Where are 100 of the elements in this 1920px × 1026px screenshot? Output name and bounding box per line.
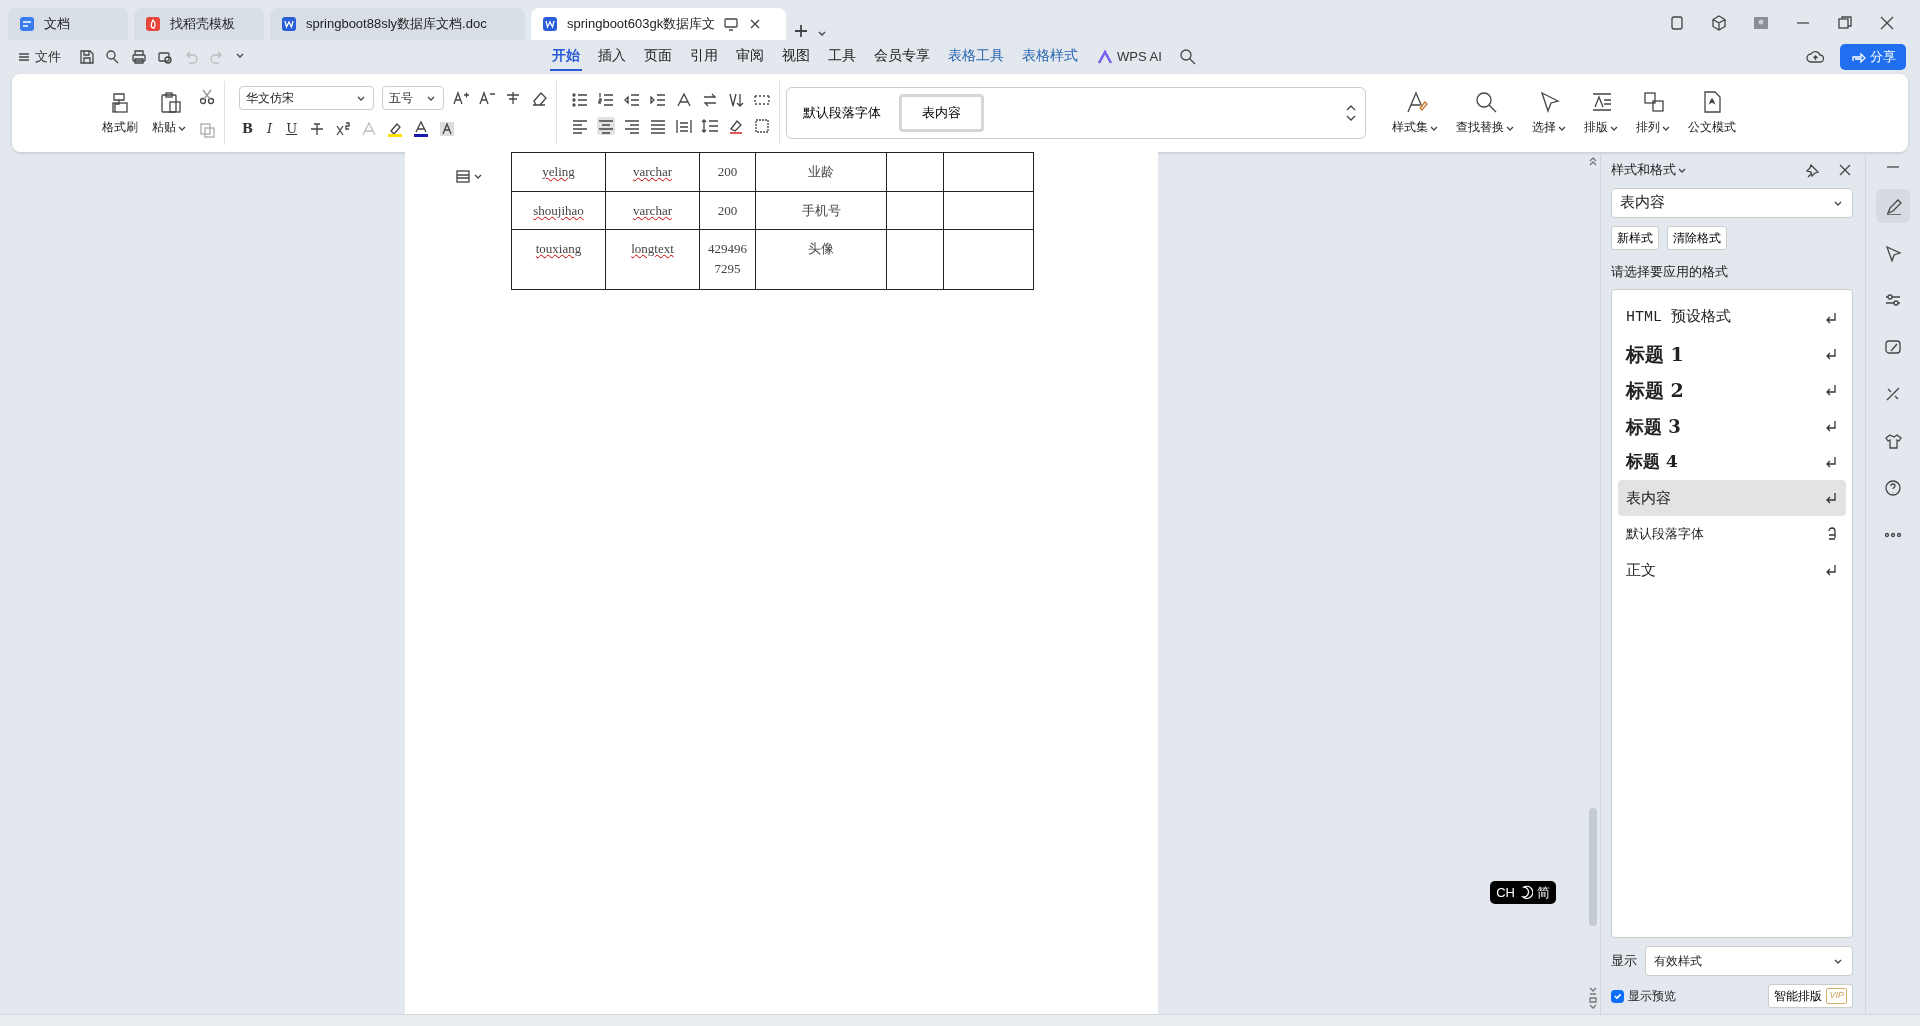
close-icon[interactable]	[1878, 14, 1896, 32]
document-tab[interactable]: springboot603gk数据库文	[531, 8, 786, 40]
ribbon-tab[interactable]: 插入	[596, 42, 628, 72]
style-list-item[interactable]: 默认段落字体	[1618, 516, 1846, 552]
cloud-upload-icon[interactable]	[1806, 48, 1826, 66]
sort-arrows-icon[interactable]	[701, 91, 719, 109]
shirt-icon[interactable]	[1884, 432, 1902, 450]
file-menu[interactable]: 文件	[14, 46, 64, 68]
distribute-icon[interactable]	[675, 117, 693, 135]
bold-button[interactable]: B	[239, 118, 256, 140]
table-cell: 头像	[755, 229, 887, 290]
document-tab[interactable]: springboot88sly数据库文档.doc	[270, 8, 525, 40]
pin-icon[interactable]	[1805, 161, 1821, 178]
print-icon[interactable]	[130, 48, 148, 66]
show-dropdown[interactable]: 有效样式	[1645, 946, 1853, 976]
align-center-icon[interactable]	[597, 117, 615, 135]
style-list-item[interactable]: 标题 4	[1618, 444, 1846, 480]
style-list-item[interactable]: HTML 预设格式	[1618, 300, 1846, 336]
paragraph-mark-icon	[1824, 562, 1838, 578]
search-icon	[1474, 90, 1498, 114]
text-layout-icon	[1590, 90, 1614, 114]
decrease-indent-icon[interactable]	[623, 91, 641, 109]
ribbon-tab[interactable]: 开始	[550, 42, 582, 72]
ribbon-tab[interactable]: 视图	[780, 42, 812, 72]
smart-layout-button[interactable]: 智能排版 VIP	[1768, 984, 1853, 1008]
avatar-icon[interactable]	[1752, 14, 1770, 32]
page-nav-icon[interactable]	[1588, 986, 1598, 1010]
ribbon-tab[interactable]: 工具	[826, 42, 858, 72]
ribbon-button[interactable]: 选择	[1528, 88, 1572, 138]
style-dropdown[interactable]: 表内容	[1611, 187, 1853, 218]
ribbon-button[interactable]: 查找替换	[1452, 88, 1520, 138]
help-icon[interactable]	[1884, 479, 1902, 497]
paragraph-mark-icon	[1824, 454, 1838, 470]
style-item[interactable]: 表内容	[899, 94, 984, 132]
ribbon-tab[interactable]: 审阅	[734, 42, 766, 72]
style-list-item[interactable]: 标题 2	[1618, 372, 1846, 408]
ribbon-tab[interactable]: 引用	[688, 42, 720, 72]
panel-prompt: 请选择要应用的格式	[1611, 262, 1729, 281]
line-spacing-icon[interactable]	[701, 117, 719, 135]
scroll-arrows-icon[interactable]	[1345, 103, 1357, 123]
search-icon[interactable]	[1178, 48, 1197, 66]
document-icon	[18, 15, 36, 33]
arrange-icon	[1642, 90, 1666, 114]
preview-checkbox[interactable]	[1611, 989, 1624, 1003]
cube-icon[interactable]	[1710, 14, 1728, 32]
ai-logo-icon	[1097, 49, 1113, 65]
word-icon	[280, 15, 298, 33]
sort-icon[interactable]	[727, 91, 745, 109]
new-style-button[interactable]: 新样式	[1611, 225, 1659, 250]
align-left-icon[interactable]	[571, 117, 589, 135]
preview-label[interactable]: 显示预览	[1628, 987, 1676, 1005]
ribbon-tab[interactable]: 会员专享	[872, 42, 932, 72]
ribbon-button[interactable]: 排列	[1632, 88, 1676, 138]
font-size-field[interactable]: 五号	[382, 86, 444, 111]
brush-icon	[1404, 90, 1428, 114]
monitor-icon	[723, 16, 740, 32]
style-list-item[interactable]: 标题 3	[1618, 408, 1846, 444]
pen-icon[interactable]	[1884, 197, 1902, 215]
page-up-icon[interactable]	[1588, 156, 1598, 166]
clear-format-button[interactable]: 清除格式	[1667, 225, 1727, 250]
paragraph-mark-icon	[1824, 418, 1838, 434]
increase-indent-icon[interactable]	[649, 91, 667, 109]
ribbon-tab[interactable]: 表格样式	[1020, 42, 1080, 72]
font-name-field[interactable]: 华文仿宋	[239, 86, 374, 111]
superscript-icon[interactable]	[334, 120, 353, 138]
justify-icon[interactable]	[649, 117, 667, 135]
format-painter-button[interactable]: 格式刷	[98, 88, 142, 138]
cursor-icon[interactable]	[1884, 244, 1902, 262]
numbered-list-icon[interactable]	[597, 91, 615, 109]
cut-icon[interactable]	[198, 87, 216, 105]
document-tab[interactable]: 找稻壳模板	[134, 8, 264, 40]
save-icon[interactable]	[78, 48, 96, 66]
ribbon-button[interactable]: 公文模式	[1684, 88, 1740, 138]
style-list-item[interactable]: 标题 1	[1618, 336, 1846, 372]
flame-icon	[144, 15, 162, 33]
restore-icon[interactable]	[1836, 14, 1854, 32]
ribbon-button[interactable]: 排版	[1580, 88, 1624, 138]
style-list-item[interactable]: 表内容	[1618, 480, 1846, 516]
table-cell: touxiang	[511, 229, 606, 290]
align-right-icon[interactable]	[623, 117, 641, 135]
character-shading-icon[interactable]	[438, 120, 457, 138]
table-cell: 4294967295	[699, 229, 756, 290]
window-icon[interactable]	[1668, 14, 1686, 32]
share-button[interactable]: 分享	[1840, 44, 1906, 70]
ribbon-button[interactable]: 样式集	[1388, 88, 1444, 138]
font-color-icon[interactable]	[412, 120, 431, 138]
ribbon-tab[interactable]: 页面	[642, 42, 674, 72]
new-tab-icon[interactable]	[792, 22, 810, 40]
sliders-icon[interactable]	[1884, 291, 1902, 309]
document-tab[interactable]: 文档	[8, 8, 128, 40]
style-list-item[interactable]: 正文	[1618, 552, 1846, 588]
borders-icon[interactable]	[753, 117, 771, 135]
paste-button[interactable]: 粘贴	[148, 88, 192, 138]
underline-button[interactable]: U	[283, 118, 301, 140]
italic-button[interactable]: I	[264, 118, 276, 140]
panel-title[interactable]: 样式和格式	[1611, 160, 1676, 180]
bullet-list-icon[interactable]	[571, 91, 589, 109]
scroll-thumb[interactable]	[1589, 808, 1597, 926]
ribbon-tab[interactable]: 表格工具	[946, 42, 1006, 72]
ai-button[interactable]: WPS AI	[1094, 46, 1165, 68]
